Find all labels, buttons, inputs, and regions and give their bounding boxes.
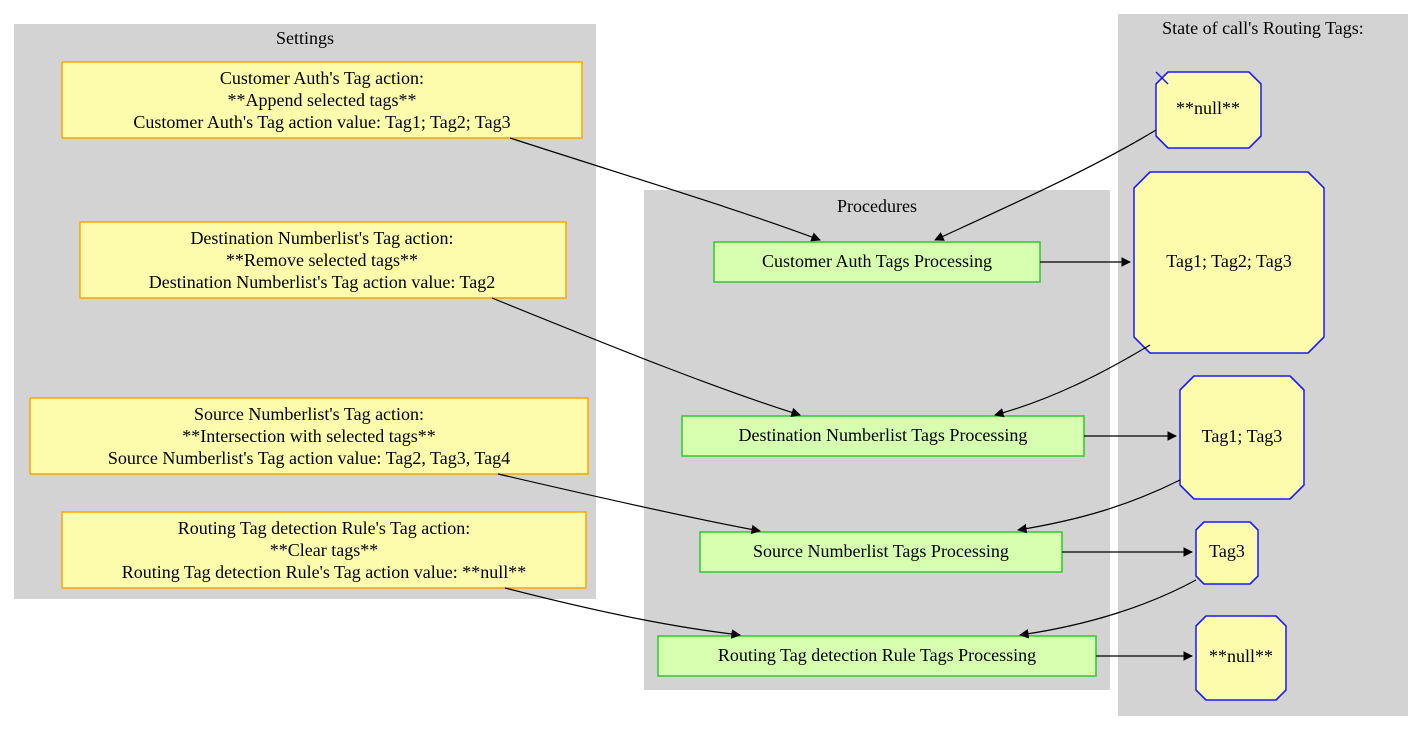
state-title: State of call's Routing Tags: (1162, 18, 1364, 38)
settings-node-dest-numberlist: Destination Numberlist's Tag action: **R… (80, 222, 566, 298)
settings-node-2-line2: **Intersection with selected tags** (182, 426, 435, 446)
settings-node-3-line1: Routing Tag detection Rule's Tag action: (178, 518, 471, 538)
settings-node-0-line3: Customer Auth's Tag action value: Tag1; … (133, 112, 510, 132)
state-node-1: Tag1; Tag2; Tag3 (1134, 172, 1324, 353)
proc-node-1-label: Destination Numberlist Tags Processing (739, 425, 1028, 445)
state-node-2-label: Tag1; Tag3 (1202, 426, 1283, 446)
proc-node-3-label: Routing Tag detection Rule Tags Processi… (718, 645, 1036, 665)
proc-node-2-label: Source Numberlist Tags Processing (753, 541, 1009, 561)
settings-node-0-line2: **Append selected tags** (228, 90, 417, 110)
state-node-4: **null** (1196, 616, 1286, 700)
settings-title: Settings (276, 28, 334, 48)
settings-node-3-line2: **Clear tags** (270, 540, 378, 560)
settings-node-2-line3: Source Numberlist's Tag action value: Ta… (108, 448, 510, 468)
state-node-4-label: **null** (1209, 646, 1273, 666)
state-node-3: Tag3 (1196, 522, 1258, 584)
state-node-0: **null** (1156, 72, 1261, 148)
proc-node-routing-rule: Routing Tag detection Rule Tags Processi… (658, 636, 1096, 676)
settings-node-1-line2: **Remove selected tags** (226, 250, 418, 270)
settings-node-1-line3: Destination Numberlist's Tag action valu… (149, 272, 496, 292)
proc-node-customer-auth: Customer Auth Tags Processing (714, 242, 1040, 282)
state-node-0-label: **null** (1176, 98, 1240, 118)
settings-node-2-line1: Source Numberlist's Tag action: (194, 404, 424, 424)
settings-node-1-line1: Destination Numberlist's Tag action: (190, 228, 453, 248)
procedures-title: Procedures (837, 196, 917, 216)
settings-cluster: Settings Customer Auth's Tag action: **A… (14, 24, 596, 599)
procedures-cluster: Procedures Customer Auth Tags Processing… (644, 190, 1110, 690)
settings-node-routing-rule: Routing Tag detection Rule's Tag action:… (62, 512, 586, 588)
proc-node-src-numberlist: Source Numberlist Tags Processing (700, 532, 1062, 572)
state-node-2: Tag1; Tag3 (1180, 376, 1304, 499)
state-node-1-label: Tag1; Tag2; Tag3 (1166, 251, 1292, 271)
settings-node-src-numberlist: Source Numberlist's Tag action: **Inters… (30, 398, 588, 474)
settings-node-0-line1: Customer Auth's Tag action: (220, 68, 424, 88)
settings-node-customer-auth: Customer Auth's Tag action: **Append sel… (62, 62, 582, 138)
proc-node-dest-numberlist: Destination Numberlist Tags Processing (682, 416, 1084, 456)
state-cluster: State of call's Routing Tags: **null** T… (1118, 14, 1408, 716)
proc-node-0-label: Customer Auth Tags Processing (762, 251, 992, 271)
state-node-3-label: Tag3 (1209, 541, 1245, 561)
settings-node-3-line3: Routing Tag detection Rule's Tag action … (122, 562, 527, 582)
